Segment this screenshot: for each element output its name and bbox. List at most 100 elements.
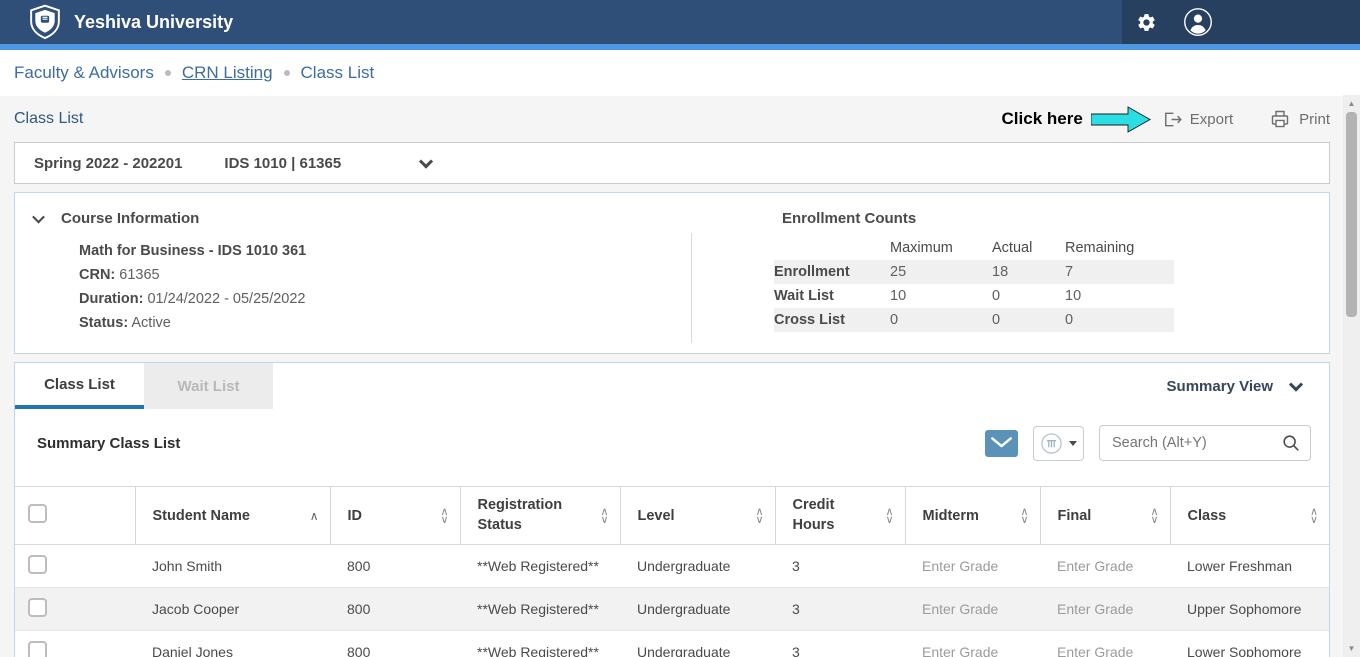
course-value: IDS 1010 | 61365 — [224, 155, 341, 172]
row-checkbox[interactable] — [28, 555, 47, 574]
cell-credit-hours: 3 — [775, 545, 905, 588]
class-list-page: Yeshiva University — [0, 0, 1360, 657]
summary-class-list-heading: Summary Class List — [37, 435, 180, 452]
column-header-registration-status[interactable]: Registration Status ∧∨ — [460, 487, 620, 545]
column-header-id[interactable]: ID ∧∨ — [330, 487, 460, 545]
course-information-panel: Course Information Math for Business - I… — [14, 192, 1330, 354]
sort-icon[interactable]: ∧∨ — [1310, 508, 1318, 524]
enrollment-counts-section: Enrollment Counts Maximum Actual Remaini… — [692, 193, 1329, 353]
collapse-chevron-icon[interactable] — [32, 211, 45, 224]
brand-name: Yeshiva University — [74, 12, 233, 33]
course-status: Status: Active — [79, 311, 691, 335]
click-here-annotation: Click here — [1002, 109, 1083, 129]
cell-final-grade[interactable]: Enter Grade — [1040, 588, 1170, 631]
detail-column-header — [60, 487, 135, 545]
export-button[interactable]: Export — [1161, 109, 1233, 130]
enroll-col-maximum: Maximum — [890, 236, 992, 260]
scroll-down-arrow[interactable]: ▼ — [1343, 644, 1360, 653]
page-title: Class List — [14, 110, 83, 128]
wait-list-row: Wait List 10 0 10 — [774, 284, 1174, 308]
row-checkbox[interactable] — [28, 641, 47, 657]
student-table: Student Name ∧ ID ∧∨ Registration Status… — [15, 486, 1329, 657]
breadcrumb-class-list[interactable]: Class List — [301, 63, 375, 83]
chevron-down-icon — [419, 155, 433, 169]
enrollment-counts-table: Maximum Actual Remaining Enrollment 25 1… — [774, 236, 1174, 332]
enroll-col-actual: Actual — [992, 236, 1065, 260]
print-label: Print — [1299, 111, 1330, 128]
cell-registration-status: **Web Registered** — [460, 631, 620, 657]
select-all-checkbox[interactable] — [28, 504, 47, 523]
page-toolbar: Class List Click here Export — [14, 96, 1330, 142]
brand: Yeshiva University — [28, 4, 233, 40]
course-crn: CRN: 61365 — [79, 263, 691, 287]
course-duration: Duration: 01/24/2022 - 05/25/2022 — [79, 287, 691, 311]
row-checkbox[interactable] — [28, 598, 47, 617]
cell-id: 800 — [330, 631, 460, 657]
breadcrumb-crn-listing[interactable]: CRN Listing — [182, 63, 273, 83]
scrollbar-thumb[interactable] — [1346, 112, 1357, 317]
column-header-final[interactable]: Final ∧∨ — [1040, 487, 1170, 545]
printer-icon — [1269, 108, 1291, 130]
vertical-scrollbar[interactable]: ▲ ▼ — [1343, 95, 1360, 657]
column-settings-button[interactable] — [1033, 426, 1084, 461]
breadcrumb-separator-icon — [165, 70, 171, 76]
tab-wait-list[interactable]: Wait List — [144, 363, 273, 409]
enrollment-counts-title: Enrollment Counts — [782, 210, 1329, 227]
sort-icon[interactable]: ∧∨ — [755, 508, 763, 524]
sort-icon[interactable]: ∧∨ — [885, 508, 893, 524]
breadcrumb: Faculty & Advisors CRN Listing Class Lis… — [0, 50, 1360, 96]
cell-registration-status: **Web Registered** — [460, 545, 620, 588]
sort-icon[interactable]: ∧∨ — [600, 508, 608, 524]
scroll-up-arrow[interactable]: ▲ — [1343, 99, 1360, 108]
email-icon — [990, 434, 1013, 452]
print-button[interactable]: Print — [1269, 108, 1330, 130]
cell-credit-hours: 3 — [775, 588, 905, 631]
cell-student-name: John Smith — [135, 545, 330, 588]
cell-level: Undergraduate — [620, 545, 775, 588]
university-logo-icon — [28, 4, 62, 40]
sort-icon[interactable]: ∧∨ — [440, 508, 448, 524]
course-title: Math for Business - IDS 1010 361 — [79, 239, 691, 263]
column-header-midterm[interactable]: Midterm ∧∨ — [905, 487, 1040, 545]
sort-icon[interactable]: ∧∨ — [1150, 508, 1158, 524]
cell-student-name: Jacob Cooper — [135, 588, 330, 631]
column-header-level[interactable]: Level ∧∨ — [620, 487, 775, 545]
top-navbar: Yeshiva University — [0, 0, 1360, 44]
topbar-actions — [1122, 0, 1360, 44]
settings-button[interactable] — [1132, 8, 1161, 37]
enroll-col-remaining: Remaining — [1065, 236, 1174, 260]
table-row: Jacob Cooper 800 **Web Registered** Unde… — [15, 588, 1329, 631]
column-header-student-name[interactable]: Student Name ∧ — [135, 487, 330, 545]
cell-midterm-grade[interactable]: Enter Grade — [905, 588, 1040, 631]
enrollment-row: Enrollment 25 18 7 — [774, 260, 1174, 284]
list-toolbar: Summary Class List — [15, 409, 1329, 461]
profile-button[interactable] — [1179, 3, 1217, 41]
chevron-down-icon — [1289, 378, 1303, 392]
column-header-credit-hours[interactable]: Credit Hours ∧∨ — [775, 487, 905, 545]
cell-final-grade[interactable]: Enter Grade — [1040, 631, 1170, 657]
search-icon[interactable] — [1281, 433, 1301, 453]
cell-midterm-grade[interactable]: Enter Grade — [905, 545, 1040, 588]
main-content: Class List Click here Export — [0, 96, 1360, 657]
course-details: Math for Business - IDS 1010 361 CRN: 61… — [79, 239, 691, 335]
export-label: Export — [1190, 111, 1233, 128]
term-course-selector[interactable]: Spring 2022 - 202201 IDS 1010 | 61365 — [14, 142, 1330, 184]
table-row: Daniel Jones 800 **Web Registered** Unde… — [15, 631, 1329, 657]
cross-list-row: Cross List 0 0 0 — [774, 308, 1174, 332]
breadcrumb-separator-icon — [284, 70, 290, 76]
cell-final-grade[interactable]: Enter Grade — [1040, 545, 1170, 588]
sort-ascending-icon[interactable]: ∧ — [310, 512, 319, 520]
annotation-arrow-icon — [1091, 105, 1151, 134]
sort-icon[interactable]: ∧∨ — [1020, 508, 1028, 524]
breadcrumb-faculty-advisors[interactable]: Faculty & Advisors — [14, 63, 154, 83]
cell-student-name: Daniel Jones — [135, 631, 330, 657]
cell-midterm-grade[interactable]: Enter Grade — [905, 631, 1040, 657]
email-button[interactable] — [985, 430, 1018, 457]
table-row: John Smith 800 **Web Registered** Underg… — [15, 545, 1329, 588]
search-input[interactable] — [1100, 435, 1281, 451]
table-header-row: Student Name ∧ ID ∧∨ Registration Status… — [15, 487, 1329, 545]
tab-class-list[interactable]: Class List — [15, 363, 144, 409]
term-value: Spring 2022 - 202201 — [34, 155, 182, 172]
view-selector-dropdown[interactable]: Summary View — [1167, 363, 1329, 409]
column-header-class[interactable]: Class ∧∨ — [1170, 487, 1329, 545]
